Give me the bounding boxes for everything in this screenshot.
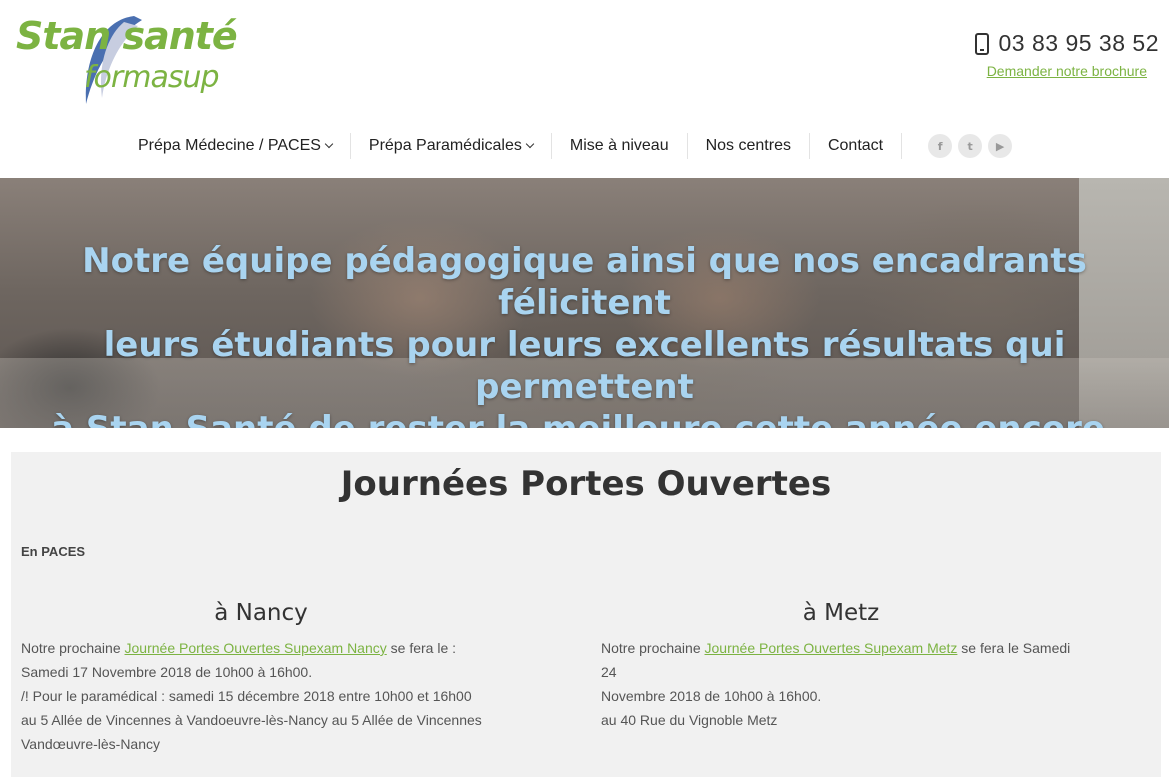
- nav-item-label: Prépa Médecine / PACES: [138, 137, 321, 154]
- hero-line-2: leurs étudiants pour leurs excellents ré…: [103, 325, 1066, 407]
- hero-line-3: à Stan Santé de rester la meilleure cett…: [0, 408, 1169, 428]
- hero-message: Notre équipe pédagogique ainsi que nos e…: [0, 240, 1169, 428]
- metz-title: à Metz: [802, 600, 880, 626]
- logo-line-1: Stan santé: [16, 14, 238, 58]
- nav-item-label: Prépa Paramédicales: [368, 137, 522, 154]
- main-nav: Prépa Médecine / PACES Prépa Paramédical…: [120, 130, 1013, 162]
- brochure-link[interactable]: Demander notre brochure: [987, 63, 1147, 79]
- nav-item-prepa-paramedicales[interactable]: Prépa Paramédicales: [351, 133, 552, 159]
- section-title: Journées Portes Ouvertes: [340, 464, 832, 504]
- nav-item-nos-centres[interactable]: Nos centres: [688, 133, 810, 159]
- nav-item-label: Mise à niveau: [569, 137, 669, 154]
- phone-number: 03 83 95 38 52: [998, 30, 1159, 56]
- hero-line-1: Notre équipe pédagogique ainsi que nos e…: [82, 241, 1087, 323]
- open-days-section: Journées Portes Ouvertes En PACES à Nanc…: [11, 452, 1161, 777]
- site-header: Stan santé formasup 03 83 95 38 52 Deman…: [0, 0, 1169, 178]
- hero-banner: Notre équipe pédagogique ainsi que nos e…: [0, 178, 1169, 428]
- chevron-down-icon: [324, 139, 334, 149]
- nancy-prefix: Notre prochaine: [21, 640, 125, 656]
- twitter-icon[interactable]: t: [958, 134, 983, 158]
- nav-item-contact[interactable]: Contact: [810, 133, 903, 159]
- nav-item-label: Contact: [827, 137, 884, 154]
- metz-text: Notre prochaine Journée Portes Ouvertes …: [601, 636, 1081, 732]
- nancy-title: à Nancy: [214, 600, 308, 626]
- site-logo[interactable]: Stan santé formasup: [14, 12, 239, 107]
- metz-date: Novembre 2018 de 10h00 à 16h00.: [601, 688, 822, 704]
- nancy-open-day-link[interactable]: Journée Portes Ouvertes Supexam Nancy: [125, 640, 387, 656]
- metz-column: à Metz Notre prochaine Journée Portes Ou…: [601, 600, 1081, 732]
- mobile-phone-icon: [974, 32, 989, 55]
- nav-item-prepa-medecine[interactable]: Prépa Médecine / PACES: [120, 133, 351, 159]
- nancy-date: Samedi 17 Novembre 2018 de 10h00 à 16h00…: [21, 664, 313, 680]
- youtube-icon[interactable]: ▶: [988, 134, 1013, 158]
- nav-item-mise-a-niveau[interactable]: Mise à niveau: [552, 133, 688, 159]
- social-links: f t ▶: [928, 134, 1013, 158]
- metz-prefix: Notre prochaine: [601, 640, 705, 656]
- metz-address: au 40 Rue du Vignoble Metz: [601, 712, 778, 728]
- nancy-paramedical-note: /! Pour le paramédical : samedi 15 décem…: [21, 688, 472, 704]
- nav-item-label: Nos centres: [705, 137, 791, 154]
- logo-line-2: formasup: [84, 60, 220, 95]
- nancy-column: à Nancy Notre prochaine Journée Portes O…: [21, 600, 501, 756]
- chevron-down-icon: [525, 139, 535, 149]
- facebook-icon[interactable]: f: [928, 134, 953, 158]
- nancy-address-1: au 5 Allée de Vincennes à Vandoeuvre-lès…: [21, 712, 482, 728]
- metz-open-day-link[interactable]: Journée Portes Ouvertes Supexam Metz: [705, 640, 958, 656]
- section-subtitle: En PACES: [21, 544, 86, 559]
- nancy-suffix: se fera le :: [386, 640, 457, 656]
- nancy-address-2: Vandœuvre-lès-Nancy: [21, 736, 161, 752]
- nancy-text: Notre prochaine Journée Portes Ouvertes …: [21, 636, 501, 756]
- phone-contact[interactable]: 03 83 95 38 52: [974, 30, 1159, 57]
